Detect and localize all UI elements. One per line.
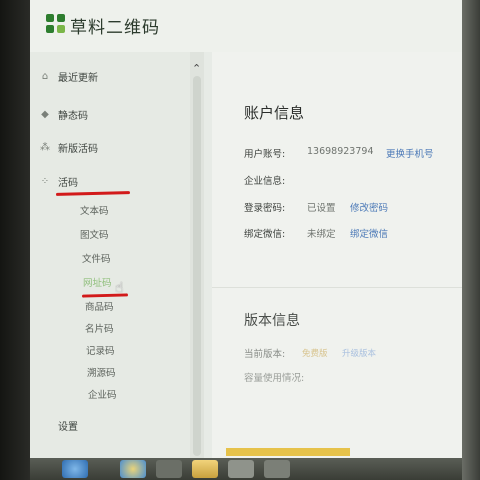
- sidebar-item-recent[interactable]: ⌂ 最近更新: [40, 69, 98, 84]
- subitem-product-code[interactable]: 商品码: [85, 299, 114, 313]
- subitem-file-code[interactable]: 文件码: [82, 251, 111, 265]
- folder-icon[interactable]: [192, 460, 218, 478]
- grid-icon: ⁂: [40, 142, 50, 153]
- subitem-company-code[interactable]: 企业码: [88, 387, 117, 401]
- sidebar-item-label: 最近更新: [58, 73, 98, 84]
- usage-label: 容量使用情况:: [244, 373, 305, 384]
- monitor-bezel-right: [462, 0, 480, 480]
- sidebar-item-dynamic[interactable]: ⁘ 活码: [40, 174, 78, 189]
- account-info-title: 账户信息: [244, 104, 305, 122]
- taskbar-app-icon[interactable]: [228, 460, 254, 478]
- taskbar-app-icon[interactable]: [156, 460, 182, 478]
- bind-wechat-link[interactable]: 绑定微信: [350, 226, 388, 240]
- scrollbar-thumb[interactable]: [193, 76, 201, 456]
- sidebar-item-label: 活码: [58, 178, 78, 189]
- start-button-icon[interactable]: [62, 460, 88, 478]
- wechat-status: 未绑定: [307, 229, 336, 240]
- password-label: 登录密码:: [244, 203, 286, 214]
- subitem-card-code[interactable]: 名片码: [85, 321, 114, 335]
- current-version-value: 免费版: [302, 349, 328, 359]
- subitem-trace-code[interactable]: 溯源码: [87, 365, 116, 379]
- chrome-browser-icon[interactable]: [120, 460, 146, 478]
- change-password-link[interactable]: 修改密码: [350, 200, 388, 214]
- sidebar-item-label: 静态码: [58, 111, 88, 122]
- upgrade-version-link[interactable]: 升级版本: [342, 347, 376, 359]
- subitem-url-code[interactable]: 网址码: [83, 275, 112, 289]
- home-icon: ⌂: [41, 71, 49, 82]
- qr-logo-icon[interactable]: [46, 14, 66, 34]
- subitem-image-text-code[interactable]: 图文码: [80, 227, 109, 241]
- monitor-bezel: [0, 0, 30, 480]
- sidebar-item-static[interactable]: ◆ 静态码: [40, 107, 88, 122]
- taskbar-app-icon[interactable]: [264, 460, 290, 478]
- company-label: 企业信息:: [244, 176, 286, 187]
- wechat-label: 绑定微信:: [244, 229, 286, 240]
- diamond-icon: ◆: [41, 109, 49, 120]
- password-status: 已设置: [307, 203, 336, 214]
- browser-screen: 草料二维码 ⌂ 最近更新 ◆ 静态码 ⁂ 新版活码 ⁘ 活码 文本码 图文码 文…: [30, 0, 462, 458]
- chevron-up-icon[interactable]: ⌃: [192, 62, 201, 75]
- subitem-text-code[interactable]: 文本码: [80, 203, 109, 217]
- phone-value: 13698923794: [307, 146, 374, 157]
- mouse-pointer-icon: ☝: [115, 280, 124, 296]
- app-header: 草料二维码: [30, 0, 462, 52]
- section-divider: [212, 287, 462, 288]
- sidebar-scrollbar[interactable]: ⌃: [190, 52, 204, 458]
- sidebar: ⌂ 最近更新 ◆ 静态码 ⁂ 新版活码 ⁘ 活码 文本码 图文码 文件码 网址码…: [30, 52, 191, 458]
- version-info-title: 版本信息: [244, 313, 300, 329]
- sidebar-item-settings[interactable]: 设置: [58, 418, 78, 433]
- highlight-strip: [226, 448, 350, 456]
- sidebar-item-label: 设置: [58, 422, 78, 433]
- brand-name[interactable]: 草料二维码: [70, 13, 160, 38]
- windows-taskbar: [30, 458, 462, 480]
- red-annotation-underline: [55, 191, 131, 196]
- main-panel: 账户信息 用户账号: 13698923794 更换手机号 企业信息: 登录密码:…: [212, 52, 462, 458]
- sidebar-item-new-dynamic[interactable]: ⁂ 新版活码: [40, 140, 98, 155]
- change-phone-link[interactable]: 更换手机号: [386, 146, 434, 160]
- current-version-label: 当前版本:: [244, 349, 286, 360]
- phone-label: 用户账号:: [244, 149, 286, 160]
- grid-icon: ⁘: [40, 176, 50, 187]
- sidebar-item-label: 新版活码: [58, 144, 98, 155]
- subitem-record-code[interactable]: 记录码: [86, 343, 115, 357]
